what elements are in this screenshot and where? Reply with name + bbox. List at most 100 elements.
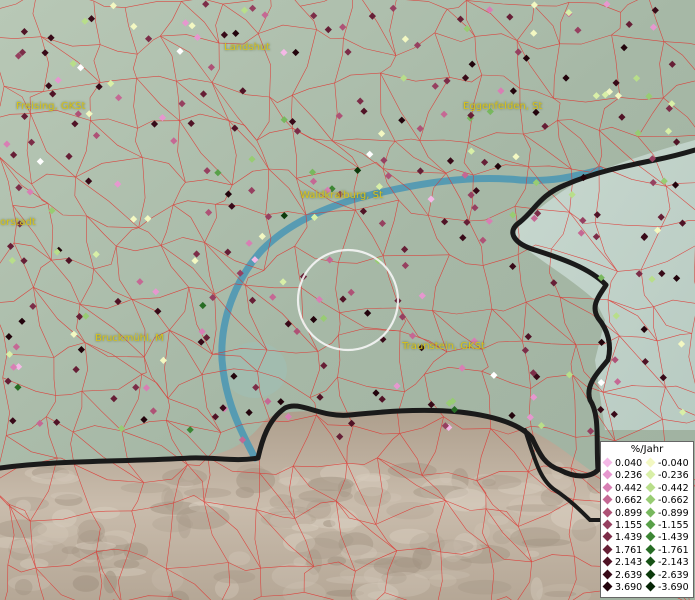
relief-shade <box>213 570 256 584</box>
relief-shade <box>381 571 407 585</box>
relief-shade <box>103 570 117 594</box>
legend-swatch <box>645 519 656 530</box>
legend-value: 2.143 <box>615 557 643 569</box>
relief-shade <box>269 511 312 529</box>
legend-item-negative: -0.899 <box>645 507 689 520</box>
legend-swatch <box>602 469 613 480</box>
relief-shade <box>457 579 512 595</box>
legend-title: %/Jahr <box>630 444 664 455</box>
legend-value: 1.155 <box>615 520 643 531</box>
legend-item-negative: -1.761 <box>645 544 689 557</box>
legend-value: 1.439 <box>615 532 643 544</box>
relief-shade <box>152 515 194 533</box>
relief-shade <box>367 591 396 600</box>
legend-item-negative: -0.236 <box>645 469 689 482</box>
relief-shade <box>441 555 472 571</box>
legend-item-negative: -3.690 <box>645 581 689 594</box>
legend: %/Jahr 0.040 -0.040 0.236 -0.236 0.442 -0.442… <box>600 441 694 598</box>
legend-item-negative: -1.155 <box>645 519 689 532</box>
relief-shade <box>487 515 509 526</box>
relief-shade <box>474 523 490 541</box>
place-label-orstadt: orstadt <box>0 217 36 228</box>
place-label-traunstein: Traunstein, GKSt <box>402 341 485 352</box>
relief-shade <box>54 469 75 482</box>
legend-swatch <box>602 544 613 555</box>
legend-value: -3.690 <box>658 582 689 593</box>
legend-swatch <box>602 581 613 592</box>
legend-item-positive: 0.899 <box>602 507 642 520</box>
legend-swatch <box>602 494 613 505</box>
legend-value: -0.662 <box>658 495 689 507</box>
legend-value: -0.236 <box>658 470 689 482</box>
relief-shade <box>307 476 354 492</box>
legend-item-positive: 0.236 <box>602 469 643 482</box>
relief-shade <box>15 499 31 514</box>
place-label-waldkraiburg: Waldkraiburg, St <box>300 190 383 201</box>
relief-shade <box>90 506 120 520</box>
legend-item-positive: 1.761 <box>602 544 643 557</box>
legend-swatch <box>645 581 656 592</box>
legend-value: -1.439 <box>658 532 689 544</box>
relief-shade <box>228 551 251 566</box>
legend-swatch <box>645 469 656 480</box>
legend-value: 3.690 <box>615 582 643 593</box>
legend-swatch <box>645 494 656 505</box>
legend-value: -0.040 <box>658 458 689 469</box>
relief-shade <box>472 474 522 490</box>
legend-swatch <box>645 569 656 580</box>
legend-swatch <box>602 507 613 518</box>
legend-value: 1.761 <box>615 544 643 556</box>
legend-item-negative: -0.662 <box>645 494 689 507</box>
legend-value: -0.442 <box>658 482 689 494</box>
legend-item-negative: -0.040 <box>645 457 689 470</box>
legend-item-negative: -0.442 <box>645 482 689 495</box>
legend-swatch <box>602 531 613 542</box>
relief-shade <box>330 509 359 532</box>
legend-item-positive: 1.439 <box>602 531 643 544</box>
relief-shade <box>151 566 184 592</box>
legend-swatch <box>645 544 656 555</box>
relief-shade <box>271 563 319 589</box>
legend-item-positive: 0.662 <box>602 494 643 507</box>
legend-item-positive: 0.040 <box>602 457 642 470</box>
legend-item-positive: 3.690 <box>602 581 643 594</box>
legend-item-negative: -2.143 <box>645 556 689 569</box>
relief-shade <box>61 546 80 555</box>
legend-value: -1.155 <box>658 520 689 531</box>
legend-item-positive: 2.639 <box>602 569 642 582</box>
legend-swatch <box>645 556 656 567</box>
legend-swatch <box>602 556 613 567</box>
relief-shade <box>571 518 597 542</box>
relief-shade <box>37 522 80 539</box>
legend-item-positive: 0.442 <box>602 482 643 495</box>
legend-swatch <box>645 531 656 542</box>
relief-shade <box>353 487 392 507</box>
map-view[interactable]: Landshut Freising, GKSt Eggenfelden, St … <box>0 0 695 600</box>
legend-swatch <box>645 482 656 493</box>
relief-shade <box>287 497 334 509</box>
legend-value: -1.761 <box>658 544 689 556</box>
legend-item-positive: 1.155 <box>602 519 643 532</box>
legend-swatch <box>645 507 656 518</box>
relief-shade <box>521 538 571 547</box>
legend-value: -2.143 <box>658 557 689 569</box>
legend-value: 0.662 <box>615 495 643 507</box>
relief-shade <box>506 504 561 512</box>
legend-value: 0.236 <box>615 470 643 482</box>
place-label-freising: Freising, GKSt <box>16 101 86 112</box>
relief-shade <box>235 486 255 499</box>
legend-item-negative: -1.439 <box>645 531 689 544</box>
map-canvas[interactable] <box>0 0 695 600</box>
place-label-bruckmuehl: Bruckmühl, M <box>95 333 164 344</box>
place-label-eggenfelden: Eggenfelden, St <box>463 101 543 112</box>
legend-value: 0.442 <box>615 482 643 494</box>
relief-shade <box>100 530 135 545</box>
relief-shade <box>14 579 33 596</box>
relief-shade <box>123 542 149 561</box>
relief-shade <box>409 532 445 556</box>
legend-value: -0.899 <box>658 507 689 519</box>
relief-shade <box>113 559 140 569</box>
legend-swatch <box>602 482 613 493</box>
relief-shade <box>525 550 540 558</box>
relief-shade <box>50 492 81 500</box>
